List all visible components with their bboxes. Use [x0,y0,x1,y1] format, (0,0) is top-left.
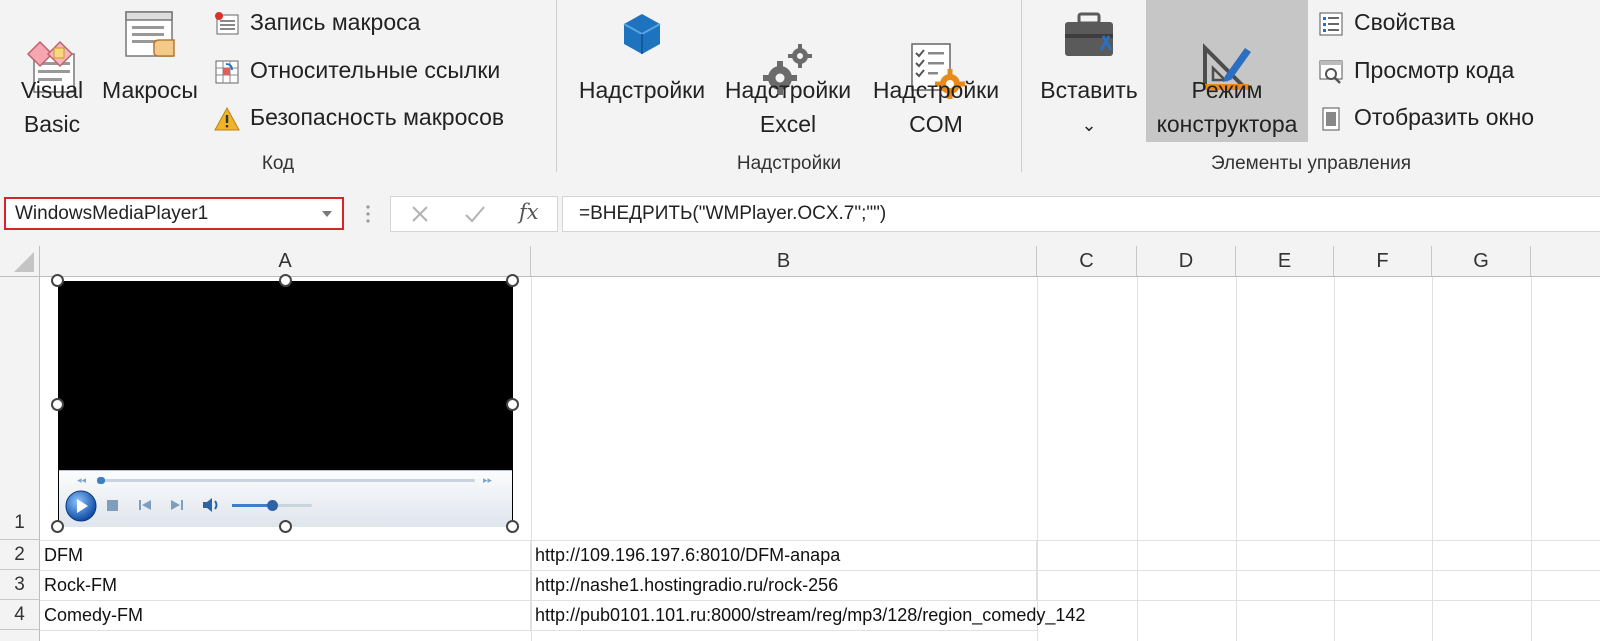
excel-addins-button[interactable]: Надстройки Excel [715,0,861,142]
insert-function-icon[interactable]: fx [519,200,539,224]
resize-handle-nw[interactable] [51,274,64,287]
properties-label: Свойства [1354,9,1455,35]
cell-a2[interactable]: DFM [40,541,531,571]
cancel-icon[interactable] [409,203,431,230]
chevron-down-icon: ⌄ [1081,115,1097,135]
seek-bar[interactable] [97,477,475,484]
row-header-4[interactable]: 4 [0,600,40,630]
column-header-a[interactable]: A [40,246,531,276]
resize-handle-e[interactable] [506,398,519,411]
name-box-value: WindowsMediaPlayer1 [15,203,209,224]
enter-icon[interactable] [463,203,487,230]
player-controls: ◂◂ ▸▸ [59,470,512,527]
cell-a4[interactable]: Comedy-FM [40,601,531,631]
toolbox-icon [1059,6,1119,71]
addins-button[interactable]: Надстройки [571,0,713,142]
row-header-5[interactable] [0,630,40,641]
column-header-h[interactable] [1531,246,1600,276]
design-mode-label: Режим конструктора [1156,77,1298,137]
record-macro-label: Запись макроса [250,9,421,35]
excel-addins-label: Надстройки Excel [724,77,852,137]
select-all-corner[interactable] [0,246,40,276]
controls-group-label: Элементы управления [1210,153,1412,174]
addins-group-label: Надстройки [736,153,842,174]
seek-back-icon[interactable]: ◂◂ [77,475,86,486]
column-header-b[interactable]: B [531,246,1037,276]
show-window-label: Отобразить окно [1354,104,1535,130]
cell-b2[interactable]: http://109.196.197.6:8010/DFM-anapa [531,541,1037,571]
warning-icon [214,104,240,131]
view-code-icon [1318,57,1344,84]
design-mode-button[interactable]: Режим конструктора [1146,0,1308,142]
ribbon: Visual Basic Макросы Запись макроса Отно… [0,0,1600,182]
record-macro-icon [214,9,240,35]
insert-button[interactable]: Вставить ⌄ [1032,0,1146,142]
formula-input[interactable]: =ВНЕДРИТЬ("WMPlayer.OCX.7";"") [562,196,1600,232]
column-header-e[interactable]: E [1236,246,1334,276]
chevron-down-icon[interactable] [322,211,332,217]
cell-b4[interactable]: http://pub0101.101.ru:8000/stream/reg/mp… [531,601,1085,631]
column-header-d[interactable]: D [1137,246,1236,276]
code-group: Visual Basic Макросы Запись макроса Отно… [0,0,556,181]
stop-icon[interactable] [107,500,118,511]
visual-basic-label: Visual Basic [20,77,84,137]
volume-icon[interactable] [201,496,223,519]
code-group-label: Код [261,153,295,174]
row-header-1[interactable]: 1 [0,277,40,540]
relative-refs-icon [214,57,240,84]
addins-label: Надстройки [578,77,706,103]
controls-group: Вставить ⌄ Режим конструктора Свойства П… [1022,0,1600,181]
column-header-f[interactable]: F [1334,246,1432,276]
macro-security-label: Безопасность макросов [250,104,505,130]
cell-a3[interactable]: Rock-FM [40,571,531,601]
cell-b3[interactable]: http://nashe1.hostingradio.ru/rock-256 [531,571,1037,601]
previous-icon[interactable] [137,497,153,518]
macros-label: Макросы [102,77,198,103]
seek-forward-icon[interactable]: ▸▸ [483,475,492,486]
addins-group: Надстройки Надстройки Excel Надстройки C… [557,0,1021,181]
resize-handle-w[interactable] [51,398,64,411]
column-header-g[interactable]: G [1432,246,1531,276]
resize-handle-s[interactable] [279,520,292,533]
seek-bar-fill [97,477,105,484]
resize-handle-se[interactable] [506,520,519,533]
store-addins-icon [614,6,670,71]
com-addins-button[interactable]: Надстройки COM [863,0,1009,142]
volume-knob[interactable] [267,500,278,511]
view-code-label: Просмотр кода [1354,57,1515,83]
com-addins-label: Надстройки COM [872,77,1000,137]
row-header-3[interactable]: 3 [0,570,40,600]
volume-fill [232,504,272,507]
relative-refs-label: Относительные ссылки [250,57,501,83]
drag-handle-icon[interactable] [365,203,371,225]
row-2-empty-cells [1037,541,1600,571]
properties-icon [1318,9,1344,36]
volume-slider[interactable] [232,500,312,511]
row-3-empty-cells [1037,571,1600,601]
resize-handle-ne[interactable] [506,274,519,287]
name-box[interactable]: WindowsMediaPlayer1 [4,197,344,230]
show-window-icon [1318,104,1344,131]
play-icon[interactable] [64,489,98,528]
row-number: 1 [14,512,25,533]
formula-buttons: fx [390,196,558,232]
visual-basic-button[interactable]: Visual Basic [8,0,96,142]
resize-handle-sw[interactable] [51,520,64,533]
macros-icon [120,6,180,71]
row-header-2[interactable]: 2 [0,540,40,570]
macros-button[interactable]: Макросы [94,0,206,142]
column-header-c[interactable]: C [1037,246,1137,276]
next-icon[interactable] [169,497,185,518]
insert-label: Вставить [1040,77,1138,103]
resize-handle-n[interactable] [279,274,292,287]
